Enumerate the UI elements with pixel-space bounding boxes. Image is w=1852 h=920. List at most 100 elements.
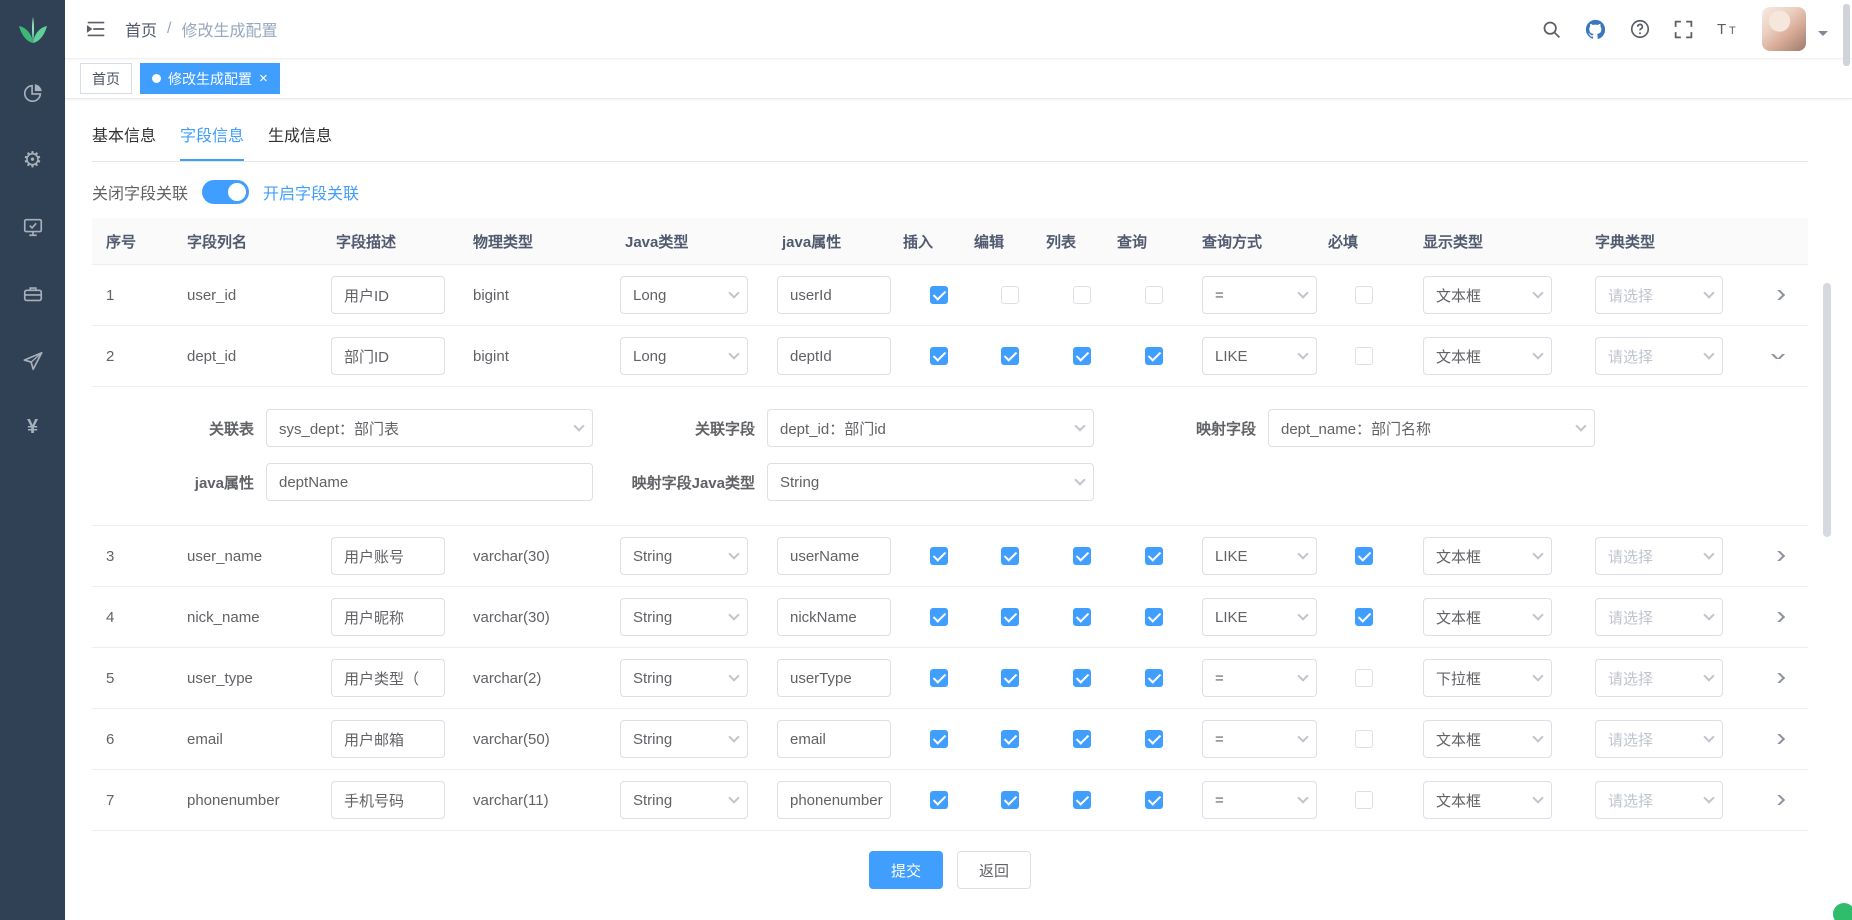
help-icon[interactable] <box>1629 18 1651 40</box>
mapped-java-type-select[interactable]: String <box>767 463 1094 501</box>
query-checkbox[interactable] <box>1145 730 1163 748</box>
edit-checkbox[interactable] <box>1001 730 1019 748</box>
edit-checkbox[interactable] <box>1001 347 1019 365</box>
query-checkbox[interactable] <box>1145 791 1163 809</box>
avatar[interactable] <box>1762 7 1806 51</box>
back-button[interactable]: 返回 <box>957 851 1031 889</box>
display-type-select[interactable]: 下拉框 <box>1423 659 1552 697</box>
java-prop-input[interactable]: phonenumber <box>777 781 891 819</box>
required-checkbox[interactable] <box>1355 669 1373 687</box>
list-checkbox[interactable] <box>1073 791 1091 809</box>
java-type-select[interactable]: String <box>620 781 748 819</box>
display-type-select[interactable]: 文本框 <box>1423 781 1552 819</box>
dict-type-select[interactable]: 请选择 <box>1595 659 1723 697</box>
java-prop-input[interactable]: userId <box>777 276 891 314</box>
tag-active[interactable]: 修改生成配置 × <box>140 63 280 94</box>
expand-row-icon[interactable] <box>1770 795 1784 805</box>
display-type-select[interactable]: 文本框 <box>1423 337 1552 375</box>
expand-row-icon[interactable] <box>1770 354 1784 359</box>
java-prop-input[interactable]: email <box>777 720 891 758</box>
dict-type-select[interactable]: 请选择 <box>1595 337 1723 375</box>
sidebar-toggle-button[interactable] <box>85 18 107 40</box>
window-scrollbar[interactable] <box>1843 4 1850 66</box>
required-checkbox[interactable] <box>1355 286 1373 304</box>
column-desc-input[interactable]: 用户类型（ <box>331 659 445 697</box>
expand-row-icon[interactable] <box>1770 673 1784 683</box>
java-prop-input[interactable]: deptId <box>777 337 891 375</box>
java-type-select[interactable]: Long <box>620 276 748 314</box>
column-desc-input[interactable]: 用户账号 <box>331 537 445 575</box>
edit-checkbox[interactable] <box>1001 669 1019 687</box>
sidebar-item-guide[interactable] <box>0 327 65 394</box>
detail-java-prop-input[interactable]: deptName <box>266 463 593 501</box>
association-switch[interactable] <box>202 180 249 204</box>
association-on-label[interactable]: 开启字段关联 <box>263 180 359 204</box>
query-type-select[interactable]: = <box>1202 781 1317 819</box>
query-checkbox[interactable] <box>1145 669 1163 687</box>
tab-field-info[interactable]: 字段信息 <box>180 115 244 161</box>
java-prop-input[interactable]: nickName <box>777 598 891 636</box>
column-desc-input[interactable]: 手机号码 <box>331 781 445 819</box>
java-prop-input[interactable]: userName <box>777 537 891 575</box>
tab-basic-info[interactable]: 基本信息 <box>92 115 156 161</box>
app-logo[interactable] <box>0 0 65 59</box>
floating-button[interactable] <box>1833 903 1852 920</box>
expand-row-icon[interactable] <box>1770 612 1784 622</box>
font-size-icon[interactable]: TT <box>1716 18 1740 40</box>
expand-row-icon[interactable] <box>1770 290 1784 300</box>
caret-down-icon[interactable] <box>1818 31 1828 41</box>
display-type-select[interactable]: 文本框 <box>1423 276 1552 314</box>
sidebar-item-monitor[interactable] <box>0 193 65 260</box>
column-desc-input[interactable]: 用户邮箱 <box>331 720 445 758</box>
expand-row-icon[interactable] <box>1770 734 1784 744</box>
required-checkbox[interactable] <box>1355 547 1373 565</box>
list-checkbox[interactable] <box>1073 547 1091 565</box>
insert-checkbox[interactable] <box>930 547 948 565</box>
java-type-select[interactable]: Long <box>620 337 748 375</box>
java-type-select[interactable]: String <box>620 659 748 697</box>
dict-type-select[interactable]: 请选择 <box>1595 598 1723 636</box>
required-checkbox[interactable] <box>1355 791 1373 809</box>
query-type-select[interactable]: LIKE <box>1202 337 1317 375</box>
tag-home[interactable]: 首页 <box>80 63 132 94</box>
display-type-select[interactable]: 文本框 <box>1423 598 1552 636</box>
fullscreen-icon[interactable] <box>1673 19 1694 40</box>
query-checkbox[interactable] <box>1145 347 1163 365</box>
query-type-select[interactable]: LIKE <box>1202 537 1317 575</box>
tab-gen-info[interactable]: 生成信息 <box>268 115 332 161</box>
column-desc-input[interactable]: 用户昵称 <box>331 598 445 636</box>
required-checkbox[interactable] <box>1355 608 1373 626</box>
breadcrumb-home[interactable]: 首页 <box>125 17 157 41</box>
dict-type-select[interactable]: 请选择 <box>1595 537 1723 575</box>
related-field-select[interactable]: dept_id：部门id <box>767 409 1094 447</box>
required-checkbox[interactable] <box>1355 347 1373 365</box>
query-checkbox[interactable] <box>1145 286 1163 304</box>
table-scrollbar[interactable] <box>1823 283 1831 537</box>
close-icon[interactable]: × <box>259 71 268 86</box>
expand-row-icon[interactable] <box>1770 551 1784 561</box>
java-prop-input[interactable]: userType <box>777 659 891 697</box>
list-checkbox[interactable] <box>1073 608 1091 626</box>
display-type-select[interactable]: 文本框 <box>1423 720 1552 758</box>
edit-checkbox[interactable] <box>1001 791 1019 809</box>
query-type-select[interactable]: = <box>1202 720 1317 758</box>
submit-button[interactable]: 提交 <box>869 851 943 889</box>
java-type-select[interactable]: String <box>620 537 748 575</box>
sidebar-item-system[interactable]: ⚙ <box>0 126 65 193</box>
dict-type-select[interactable]: 请选择 <box>1595 720 1723 758</box>
list-checkbox[interactable] <box>1073 347 1091 365</box>
query-type-select[interactable]: = <box>1202 276 1317 314</box>
display-type-select[interactable]: 文本框 <box>1423 537 1552 575</box>
insert-checkbox[interactable] <box>930 608 948 626</box>
list-checkbox[interactable] <box>1073 669 1091 687</box>
insert-checkbox[interactable] <box>930 730 948 748</box>
search-icon[interactable] <box>1541 19 1562 40</box>
insert-checkbox[interactable] <box>930 669 948 687</box>
list-checkbox[interactable] <box>1073 730 1091 748</box>
mapped-field-select[interactable]: dept_name：部门名称 <box>1268 409 1595 447</box>
required-checkbox[interactable] <box>1355 730 1373 748</box>
edit-checkbox[interactable] <box>1001 286 1019 304</box>
related-table-select[interactable]: sys_dept：部门表 <box>266 409 593 447</box>
github-icon[interactable] <box>1584 18 1607 41</box>
insert-checkbox[interactable] <box>930 791 948 809</box>
